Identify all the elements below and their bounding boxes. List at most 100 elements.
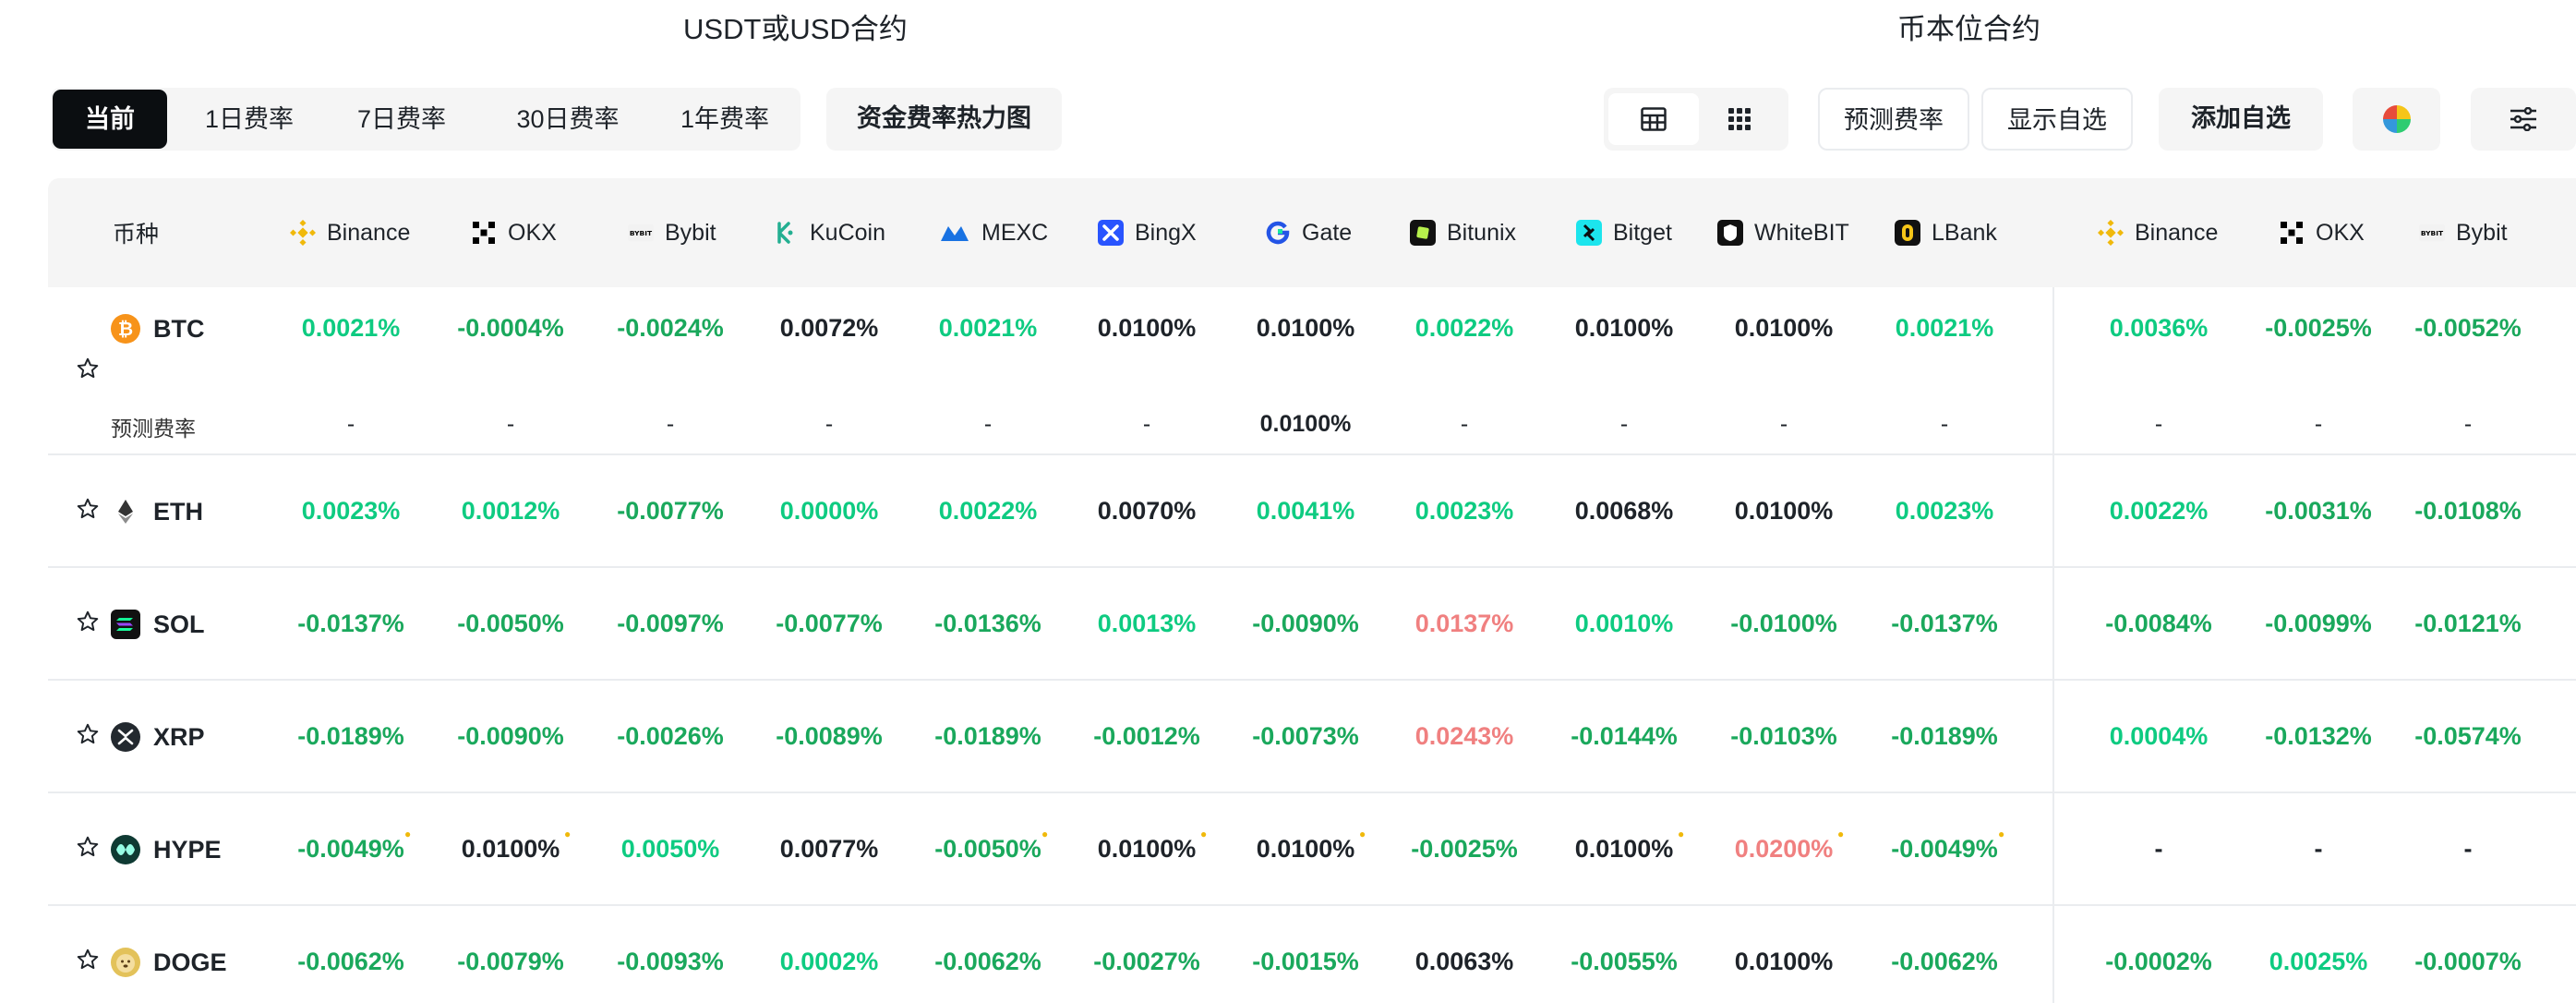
rate-cell[interactable]: -0.0137% [1861, 610, 2028, 638]
rate-cell[interactable]: -0.0189% [1861, 722, 2028, 751]
rate-cell[interactable]: 0.0100% [1222, 314, 1389, 343]
rate-cell[interactable]: 0.0022% [2076, 497, 2242, 526]
rate-cell[interactable]: 0.0050% [587, 835, 753, 864]
rate-cell[interactable]: -0.0144% [1541, 722, 1707, 751]
rate-cell[interactable]: -0.0027% [1064, 948, 1230, 976]
coin-cell[interactable]: ₿ BTC [111, 314, 205, 344]
rate-cell[interactable]: -0.0574% [2385, 722, 2551, 751]
rate-cell[interactable]: -0.0079% [427, 948, 594, 976]
rate-cell[interactable]: 0.0010% [1541, 610, 1707, 638]
rate-cell[interactable]: 0.0013% [1064, 610, 1230, 638]
rate-cell[interactable]: -0.0077% [587, 497, 753, 526]
rate-cell[interactable]: 0.0100% [1064, 314, 1230, 343]
rate-cell[interactable]: -0.0062% [1861, 948, 2028, 976]
rate-cell[interactable]: -0.0099% [2235, 610, 2401, 638]
rate-cell[interactable]: -0.0121% [2385, 610, 2551, 638]
rate-cell[interactable]: 0.0000% [746, 497, 912, 526]
rate-cell[interactable]: - [2235, 835, 2401, 864]
rate-cell[interactable]: -0.0100% [1701, 610, 1867, 638]
rate-cell[interactable]: 0.0021% [905, 314, 1071, 343]
rate-cell[interactable]: -0.0052% [2385, 314, 2551, 343]
rate-cell[interactable]: - [2385, 835, 2551, 864]
favorite-star-icon[interactable] [76, 835, 100, 859]
rate-cell[interactable]: -0.0050% [427, 610, 594, 638]
table-view-button[interactable] [1608, 93, 1699, 145]
header-binance[interactable]: Binance [290, 178, 410, 287]
rate-cell[interactable]: 0.0023% [1861, 497, 2028, 526]
period-current-button[interactable]: 当前 [53, 90, 167, 149]
rate-cell[interactable]: 0.0077% [746, 835, 912, 864]
header-whitebit[interactable]: WhiteBIT [1717, 178, 1849, 287]
header-mexc[interactable]: MEXC [939, 178, 1048, 287]
rate-cell[interactable]: - [2076, 835, 2242, 864]
rate-cell[interactable]: 0.0012% [427, 497, 594, 526]
rate-cell[interactable]: -0.0055% [1541, 948, 1707, 976]
coin-cell[interactable]: ETH [111, 497, 203, 526]
rate-cell[interactable]: 0.0041% [1222, 497, 1389, 526]
forecast-rate-button[interactable]: 预测费率 [1818, 88, 1969, 151]
favorite-star-icon[interactable] [76, 356, 100, 381]
rate-cell[interactable]: -0.0097% [587, 610, 753, 638]
header-bybit-coin[interactable]: BYBIT Bybit [2419, 178, 2508, 287]
rate-cell[interactable]: -0.0012% [1064, 722, 1230, 751]
rate-cell[interactable]: 0.0137% [1381, 610, 1547, 638]
rate-cell[interactable]: 0.0243% [1381, 722, 1547, 751]
rate-cell[interactable]: 0.0023% [268, 497, 434, 526]
header-lbank[interactable]: LBank [1895, 178, 1997, 287]
rate-cell[interactable]: 0.0100% [1701, 314, 1867, 343]
rate-cell[interactable]: 0.0070% [1064, 497, 1230, 526]
rate-cell[interactable]: 0.0004% [2076, 722, 2242, 751]
rate-cell[interactable]: -0.0024% [587, 314, 753, 343]
rate-cell[interactable]: -0.0073% [1222, 722, 1389, 751]
rate-cell[interactable]: 0.0021% [268, 314, 434, 343]
rate-cell[interactable]: -0.0002% [2076, 948, 2242, 976]
rate-cell[interactable]: 0.0023% [1381, 497, 1547, 526]
settings-button[interactable] [2471, 88, 2576, 151]
rate-cell[interactable]: 0.0002% [746, 948, 912, 976]
header-bingx[interactable]: BingX [1098, 178, 1197, 287]
favorite-star-icon[interactable] [76, 948, 100, 972]
header-gate[interactable]: Gate [1265, 178, 1352, 287]
header-bitunix[interactable]: Bitunix [1410, 178, 1516, 287]
rate-cell[interactable]: 0.0100% [1701, 497, 1867, 526]
rate-cell[interactable]: 0.0022% [1381, 314, 1547, 343]
rate-cell[interactable]: 0.0021% [1861, 314, 2028, 343]
rate-cell[interactable]: -0.0077% [746, 610, 912, 638]
coin-cell[interactable]: XRP [111, 722, 205, 752]
rate-cell[interactable]: -0.0103% [1701, 722, 1867, 751]
period-1y-button[interactable]: 1年费率 [656, 90, 794, 149]
rate-cell[interactable]: -0.0007% [2385, 948, 2551, 976]
grid-view-button[interactable] [1694, 93, 1785, 145]
rate-cell[interactable]: 0.0022% [905, 497, 1071, 526]
add-watchlist-button[interactable]: 添加自选 [2159, 88, 2323, 151]
header-binance-coin[interactable]: Binance [2098, 178, 2218, 287]
show-watchlist-button[interactable]: 显示自选 [1981, 88, 2133, 151]
rate-cell[interactable]: -0.0090% [427, 722, 594, 751]
favorite-star-icon[interactable] [76, 610, 100, 634]
rate-cell[interactable]: -0.0084% [2076, 610, 2242, 638]
rate-cell[interactable]: 0.0100% [1701, 948, 1867, 976]
rate-cell[interactable]: 0.0036% [2076, 314, 2242, 343]
rate-cell[interactable]: 0.0063% [1381, 948, 1547, 976]
rate-cell[interactable]: 0.0072% [746, 314, 912, 343]
favorite-star-icon[interactable] [76, 722, 100, 746]
header-bybit[interactable]: BYBIT Bybit [628, 178, 716, 287]
header-bitget[interactable]: Bitget [1576, 178, 1672, 287]
rate-cell[interactable]: -0.0093% [587, 948, 753, 976]
rate-cell[interactable]: -0.0136% [905, 610, 1071, 638]
coin-cell[interactable]: SOL [111, 610, 205, 639]
coin-cell[interactable]: HYPE [111, 835, 222, 864]
rate-cell[interactable]: 0.0100% [1541, 314, 1707, 343]
favorite-star-icon[interactable] [76, 497, 100, 521]
period-1d-button[interactable]: 1日费率 [175, 90, 323, 149]
header-okx-coin[interactable]: OKX [2279, 178, 2365, 287]
rate-cell[interactable]: 0.0025% [2235, 948, 2401, 976]
rate-cell[interactable]: -0.0089% [746, 722, 912, 751]
rate-cell[interactable]: -0.0189% [268, 722, 434, 751]
rate-cell[interactable]: -0.0015% [1222, 948, 1389, 976]
coin-cell[interactable]: DOGE [111, 948, 227, 977]
rate-cell[interactable]: -0.0132% [2235, 722, 2401, 751]
header-kucoin[interactable]: KuCoin [773, 178, 885, 287]
rate-cell[interactable]: -0.0108% [2385, 497, 2551, 526]
rate-cell[interactable]: -0.0189% [905, 722, 1071, 751]
